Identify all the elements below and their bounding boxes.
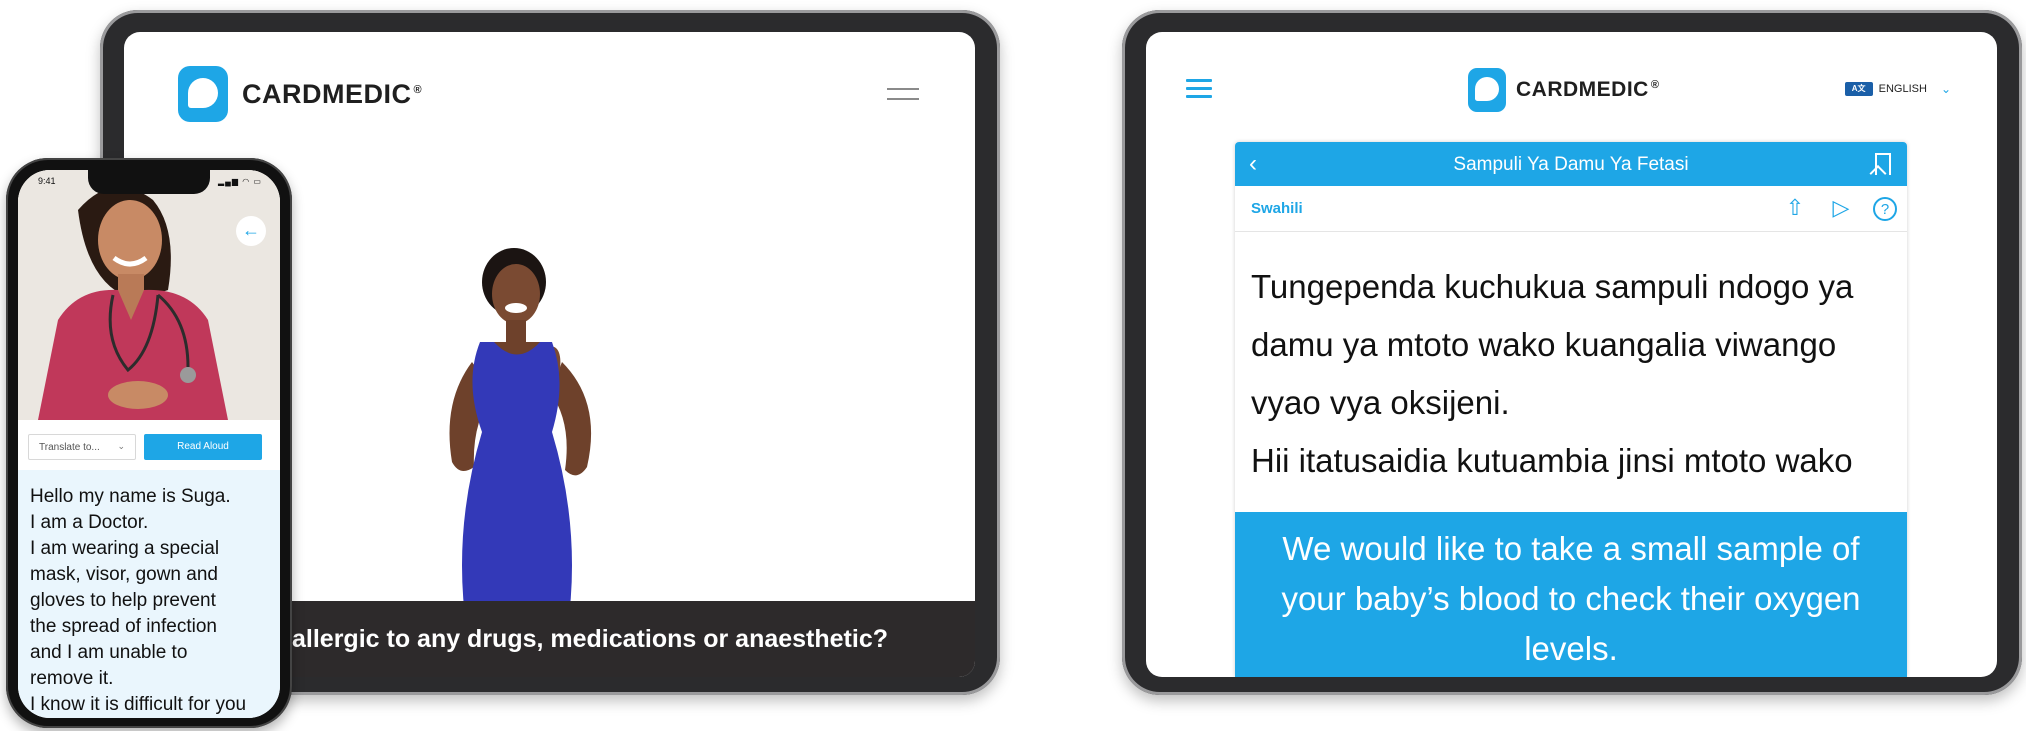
translated-line: vyao vya oksijeni. [1251, 384, 1510, 421]
translated-line: Hii itatusaidia kutuambia jinsi mtoto wa… [1251, 442, 1853, 479]
help-icon[interactable]: ? [1873, 197, 1897, 221]
menu-icon[interactable] [887, 88, 919, 104]
registered-mark: ® [413, 83, 423, 96]
translated-text: Tungependa kuchukua sampuli ndogo ya dam… [1251, 258, 1901, 490]
back-arrow-icon[interactable]: ← [236, 216, 266, 246]
card-title: Sampuli Ya Damu Ya Fetasi [1453, 154, 1689, 175]
message-line: mask, visor, gown and [30, 564, 218, 585]
cardmedic-logo-icon [178, 66, 228, 122]
sign-language-interpreter-video [449, 248, 592, 632]
message-line: remove it. [30, 668, 114, 689]
phone-message: Hello my name is Suga. I am a Doctor. I … [18, 470, 280, 718]
translated-line: damu ya mtoto wako kuangalia viwango [1251, 326, 1837, 363]
card-tools: ⇧ ▷ ? [1781, 195, 1897, 223]
brand-name: CARDMEDIC [242, 78, 412, 109]
bookmark-icon[interactable] [1875, 153, 1891, 175]
status-icons: ▂▄▆ ◠ ▭ [218, 177, 262, 186]
language-switcher[interactable]: A文 ENGLISH ⌄ [1844, 82, 1951, 96]
cardmedic-logo-icon [1468, 68, 1506, 112]
chevron-down-icon: ⌄ [117, 441, 125, 451]
doctor-photo [18, 170, 280, 420]
card-toolbar: Swahili ⇧ ▷ ? [1235, 186, 1907, 232]
translate-to-dropdown[interactable]: Translate to... ⌄ [28, 434, 136, 460]
menu-icon[interactable] [1186, 79, 1212, 99]
message-line: Hello my name is Suga. [30, 486, 231, 507]
language-label: ENGLISH [1878, 83, 1927, 95]
tablet-translate-device: CARDMEDIC ® A文 ENGLISH ⌄ ‹ Sampuli Ya Dam… [1122, 10, 2022, 695]
phone-screen: 9:41 ▂▄▆ ◠ ▭ ← Translate to... ⌄ Read Al… [18, 170, 280, 718]
tablet-translate-screen: CARDMEDIC ® A文 ENGLISH ⌄ ‹ Sampuli Ya Dam… [1146, 32, 1997, 677]
message-line: the spread of infection [30, 616, 217, 637]
message-line: I know it is difficult for you [30, 694, 247, 715]
message-line: and I am unable to [30, 642, 188, 663]
card-header: ‹ Sampuli Ya Damu Ya Fetasi [1235, 142, 1907, 186]
status-time: 9:41 [38, 176, 56, 186]
phone-device: 9:41 ▂▄▆ ◠ ▭ ← Translate to... ⌄ Read Al… [6, 158, 292, 728]
read-aloud-button[interactable]: Read Aloud [144, 434, 262, 460]
phone-notch [88, 170, 210, 194]
phone-controls: Translate to... ⌄ Read Aloud [18, 420, 280, 470]
brand-logo[interactable]: CARDMEDIC ® [178, 66, 422, 122]
english-text: We would like to take a small sample of … [1235, 512, 1907, 677]
message-line: I am wearing a special [30, 538, 220, 559]
share-icon[interactable]: ⇧ [1781, 195, 1809, 223]
message-line: I am a Doctor. [30, 512, 149, 533]
chevron-down-icon: ⌄ [1940, 82, 1951, 96]
card-language: Swahili [1251, 200, 1303, 217]
phrase-card: ‹ Sampuli Ya Damu Ya Fetasi Swahili ⇧ ▷ … [1235, 142, 1907, 677]
translate-icon: A文 [1844, 82, 1873, 96]
translated-line: Tungependa kuchukua sampuli ndogo ya [1251, 268, 1854, 305]
brand-logo[interactable]: CARDMEDIC ® [1468, 68, 1659, 112]
header: CARDMEDIC ® [124, 32, 975, 142]
message-line: gloves to help prevent [30, 590, 216, 611]
registered-mark: ® [1650, 79, 1660, 91]
translate-to-placeholder: Translate to... [39, 442, 100, 453]
play-icon[interactable]: ▷ [1827, 195, 1855, 223]
brand-name: CARDMEDIC [1516, 78, 1649, 101]
